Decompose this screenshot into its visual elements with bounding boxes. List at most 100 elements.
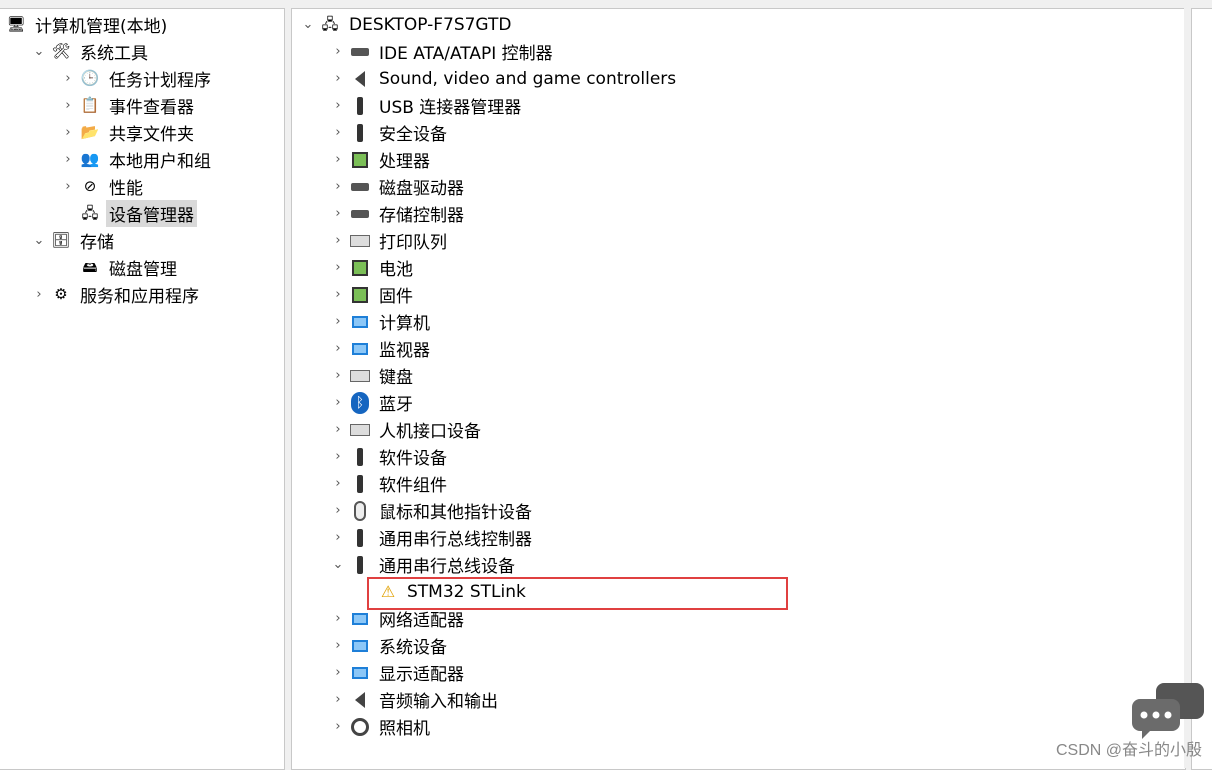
chevron-right-icon[interactable]: › (330, 254, 346, 281)
device-category-item[interactable]: › 照相机 (330, 713, 433, 740)
device-item-stm32-stlink[interactable]: ⚠ STM32 STLink (358, 578, 529, 605)
printer-icon (350, 231, 370, 251)
tree-item-label: 性能 (109, 179, 143, 199)
device-category-item[interactable]: › IDE ATA/ATAPI 控制器 (330, 38, 556, 65)
console-tree-item[interactable]: › 📂 共享文件夹 (60, 119, 197, 146)
tree-item-label: 通用串行总线控制器 (379, 530, 532, 550)
chevron-right-icon[interactable]: › (330, 92, 346, 119)
chevron-right-icon[interactable]: › (330, 146, 346, 173)
chevron-right-icon[interactable]: › (330, 119, 346, 146)
console-tree-item[interactable]: ⌄ 🛠 系统工具 (31, 38, 151, 65)
console-tree-item[interactable]: › 👥 本地用户和组 (60, 146, 214, 173)
console-tree-item[interactable]: › 🕒 任务计划程序 (60, 65, 214, 92)
console-tree-item[interactable]: 🖧 设备管理器 (60, 200, 197, 227)
device-category-item[interactable]: › 音频输入和输出 (330, 686, 501, 713)
device-manager-icon: 🖧 (81, 204, 99, 222)
chevron-down-icon[interactable]: ⌄ (300, 11, 316, 38)
chevron-right-icon[interactable]: › (330, 38, 346, 65)
chevron-right-icon[interactable]: › (330, 632, 346, 659)
console-tree-item[interactable]: › ⚙ 服务和应用程序 (31, 281, 202, 308)
chevron-right-icon[interactable]: › (330, 416, 346, 443)
device-category-item[interactable]: › 打印队列 (330, 227, 450, 254)
console-tree-item[interactable]: 🖥 计算机管理(本地) (0, 11, 170, 38)
tree-item-label: 键盘 (379, 368, 413, 388)
console-tree-item[interactable]: ⌄ 🗄 存储 (31, 227, 117, 254)
chevron-right-icon[interactable]: › (330, 389, 346, 416)
chevron-right-icon[interactable]: › (330, 686, 346, 713)
tree-item-label: 存储控制器 (379, 206, 464, 226)
device-category-item[interactable]: › USB 连接器管理器 (330, 92, 524, 119)
device-category-item[interactable]: › 固件 (330, 281, 416, 308)
device-category-item[interactable]: › 人机接口设备 (330, 416, 484, 443)
chevron-right-icon[interactable]: › (330, 227, 346, 254)
device-category-item[interactable]: › ᛒ 蓝牙 (330, 389, 416, 416)
chevron-right-icon[interactable]: › (330, 605, 346, 632)
device-category-item[interactable]: › 通用串行总线控制器 (330, 524, 535, 551)
tree-item-label: 安全设备 (379, 125, 447, 145)
chevron-right-icon[interactable]: › (330, 362, 346, 389)
tree-item-label: 人机接口设备 (379, 422, 481, 442)
chevron-right-icon[interactable]: › (330, 65, 346, 92)
chevron-right-icon[interactable]: › (60, 173, 76, 200)
bluetooth-icon: ᛒ (350, 391, 370, 414)
chevron-right-icon[interactable]: › (60, 92, 76, 119)
chevron-right-icon[interactable]: › (330, 713, 346, 740)
device-category-item[interactable]: › 电池 (330, 254, 416, 281)
device-tree-root[interactable]: ⌄ 🖧 DESKTOP-F7S7GTD (300, 11, 514, 38)
chevron-right-icon[interactable]: › (330, 335, 346, 362)
device-category-item[interactable]: › 计算机 (330, 308, 433, 335)
device-category-item[interactable]: › 处理器 (330, 146, 433, 173)
chevron-right-icon[interactable]: › (60, 146, 76, 173)
device-category-item[interactable]: › 软件设备 (330, 443, 450, 470)
device-category-item[interactable]: › 系统设备 (330, 632, 450, 659)
firmware-icon (350, 285, 370, 305)
device-category-item[interactable]: › 存储控制器 (330, 200, 467, 227)
device-category-item[interactable]: ⌄ 通用串行总线设备 (330, 551, 518, 578)
chevron-down-icon[interactable]: ⌄ (31, 38, 47, 65)
device-category-item[interactable]: › 鼠标和其他指针设备 (330, 497, 535, 524)
chevron-right-icon[interactable]: › (330, 497, 346, 524)
device-category-item[interactable]: › 显示适配器 (330, 659, 467, 686)
tree-item-label: 音频输入和输出 (379, 692, 498, 712)
usb-controller-icon (350, 528, 370, 548)
device-category-item[interactable]: › 磁盘驱动器 (330, 173, 467, 200)
device-category-item[interactable]: › Sound, video and game controllers (330, 65, 679, 92)
device-category-item[interactable]: › 监视器 (330, 335, 433, 362)
chevron-right-icon[interactable]: › (330, 524, 346, 551)
chevron-down-icon[interactable]: ⌄ (330, 551, 346, 578)
console-tree-item[interactable]: › 📋 事件查看器 (60, 92, 197, 119)
speaker-icon (350, 69, 370, 89)
tree-item-label: 打印队列 (379, 233, 447, 253)
chevron-right-icon[interactable]: › (330, 470, 346, 497)
device-category-item[interactable]: › 键盘 (330, 362, 416, 389)
tree-item-label: 计算机 (379, 314, 430, 334)
tree-item-label: DESKTOP-F7S7GTD (349, 14, 512, 35)
chat-icon[interactable] (1132, 683, 1204, 739)
chevron-right-icon[interactable]: › (330, 281, 346, 308)
console-tree-item[interactable]: 🖴 磁盘管理 (60, 254, 180, 281)
chevron-down-icon[interactable]: ⌄ (31, 227, 47, 254)
chevron-right-icon[interactable]: › (330, 308, 346, 335)
chevron-right-icon[interactable]: › (330, 173, 346, 200)
vertical-scrollbar[interactable] (1184, 8, 1191, 768)
processor-icon (350, 150, 370, 170)
keyboard-icon (350, 366, 370, 386)
chevron-right-icon[interactable]: › (31, 281, 47, 308)
chevron-right-icon[interactable]: › (330, 659, 346, 686)
chevron-right-icon[interactable]: › (60, 119, 76, 146)
device-category-item[interactable]: › 网络适配器 (330, 605, 467, 632)
chevron-right-icon[interactable]: › (330, 200, 346, 227)
tree-item-label: 固件 (379, 287, 413, 307)
device-category-item[interactable]: › 软件组件 (330, 470, 450, 497)
chevron-right-icon[interactable]: › (60, 65, 76, 92)
services-apps-icon: ⚙ (54, 285, 68, 303)
device-category-item[interactable]: › 安全设备 (330, 119, 450, 146)
tree-item-label: 共享文件夹 (109, 125, 194, 145)
chevron-right-icon[interactable]: › (330, 443, 346, 470)
console-tree-item[interactable]: › ⊘ 性能 (60, 173, 146, 200)
hid-icon (350, 420, 370, 440)
